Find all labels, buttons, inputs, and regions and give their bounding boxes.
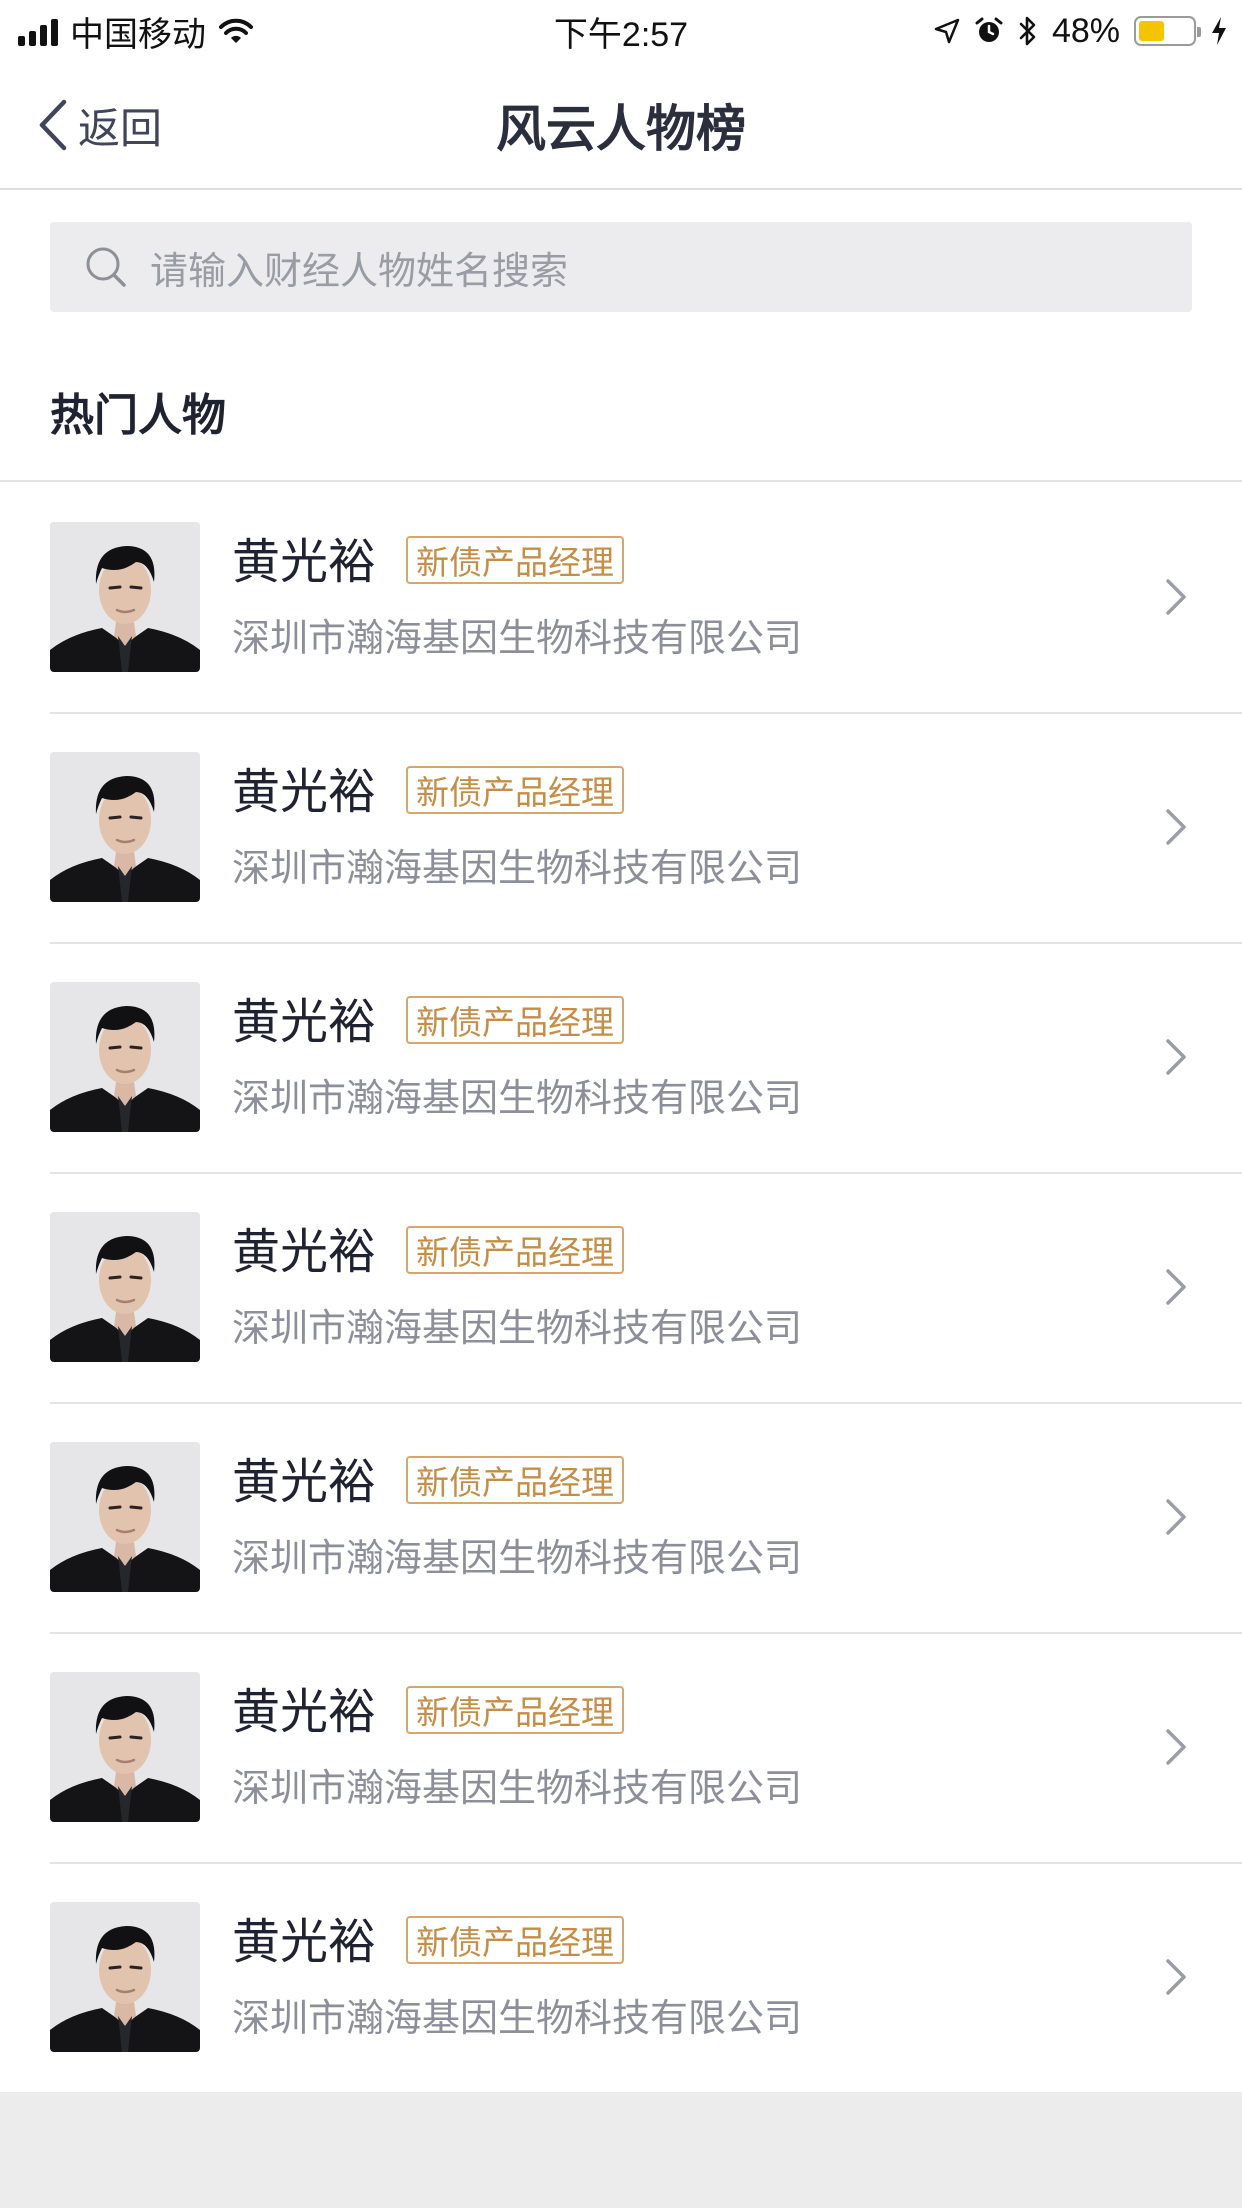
chevron-right-icon (1166, 1959, 1186, 1995)
bluetooth-icon (1019, 16, 1036, 46)
role-badge: 新债产品经理 (406, 536, 624, 584)
company-name: 深圳市瀚海基因生物科技有限公司 (232, 1308, 803, 1350)
avatar (50, 982, 200, 1132)
battery-icon (1134, 16, 1201, 46)
list-item[interactable]: 黄光裕 新债产品经理 深圳市瀚海基因生物科技有限公司 (0, 712, 1242, 942)
person-name: 黄光裕 (232, 996, 377, 1049)
company-name: 深圳市瀚海基因生物科技有限公司 (232, 848, 803, 890)
list-item[interactable]: 黄光裕 新债产品经理 深圳市瀚海基因生物科技有限公司 (0, 1632, 1242, 1862)
person-name: 黄光裕 (232, 1226, 377, 1279)
people-list: 黄光裕 新债产品经理 深圳市瀚海基因生物科技有限公司 黄光裕 新债产品经理 深圳… (0, 482, 1242, 2092)
bottom-blank-area (0, 2092, 1242, 2208)
search-placeholder: 请输入财经人物姓名搜索 (150, 250, 569, 293)
person-name: 黄光裕 (232, 1456, 377, 1509)
role-badge: 新债产品经理 (406, 1226, 624, 1274)
list-item[interactable]: 黄光裕 新债产品经理 深圳市瀚海基因生物科技有限公司 (0, 1862, 1242, 2092)
role-badge: 新债产品经理 (406, 766, 624, 814)
portrait-icon (50, 1442, 200, 1592)
alarm-icon (975, 17, 1003, 42)
portrait-icon (50, 1902, 200, 2052)
location-icon (934, 18, 960, 44)
role-badge: 新债产品经理 (406, 1456, 624, 1504)
portrait-icon (50, 1672, 200, 1822)
person-name: 黄光裕 (232, 1916, 377, 1969)
battery-percent: 48% (1051, 11, 1120, 50)
company-name: 深圳市瀚海基因生物科技有限公司 (232, 1078, 803, 1120)
status-right: 48% (934, 0, 1228, 62)
portrait-icon (50, 522, 200, 672)
company-name: 深圳市瀚海基因生物科技有限公司 (232, 618, 803, 660)
chevron-right-icon (1166, 1039, 1186, 1075)
company-name: 深圳市瀚海基因生物科技有限公司 (232, 1538, 803, 1580)
search-input[interactable]: 请输入财经人物姓名搜索 (50, 222, 1192, 312)
chevron-right-icon (1166, 1269, 1186, 1305)
list-item[interactable]: 黄光裕 新债产品经理 深圳市瀚海基因生物科技有限公司 (0, 942, 1242, 1172)
list-item[interactable]: 黄光裕 新债产品经理 深圳市瀚海基因生物科技有限公司 (0, 482, 1242, 712)
role-badge: 新债产品经理 (406, 1916, 624, 1964)
chevron-right-icon (1166, 809, 1186, 845)
battery-level (1139, 21, 1164, 41)
avatar (50, 1672, 200, 1822)
chevron-right-icon (1166, 579, 1186, 615)
person-name: 黄光裕 (232, 1686, 377, 1739)
role-badge: 新债产品经理 (406, 1686, 624, 1734)
role-badge: 新债产品经理 (406, 996, 624, 1044)
company-name: 深圳市瀚海基因生物科技有限公司 (232, 1768, 803, 1810)
status-bar: 中国移动 下午2:57 48% (0, 0, 1242, 62)
portrait-icon (50, 752, 200, 902)
list-item[interactable]: 黄光裕 新债产品经理 深圳市瀚海基因生物科技有限公司 (0, 1402, 1242, 1632)
portrait-icon (50, 1212, 200, 1362)
avatar (50, 752, 200, 902)
person-name: 黄光裕 (232, 766, 377, 819)
charging-icon (1212, 17, 1226, 45)
chevron-right-icon (1166, 1729, 1186, 1765)
search-icon (86, 247, 126, 287)
avatar (50, 1902, 200, 2052)
nav-bar: 返回 风云人物榜 (0, 62, 1242, 190)
list-item[interactable]: 黄光裕 新债产品经理 深圳市瀚海基因生物科技有限公司 (0, 1172, 1242, 1402)
section-title: 热门人物 (50, 391, 226, 440)
portrait-icon (50, 982, 200, 1132)
company-name: 深圳市瀚海基因生物科技有限公司 (232, 1998, 803, 2040)
avatar (50, 522, 200, 672)
avatar (50, 1442, 200, 1592)
avatar (50, 1212, 200, 1362)
chevron-right-icon (1166, 1499, 1186, 1535)
page-title: 风云人物榜 (496, 101, 746, 157)
person-name: 黄光裕 (232, 536, 377, 589)
